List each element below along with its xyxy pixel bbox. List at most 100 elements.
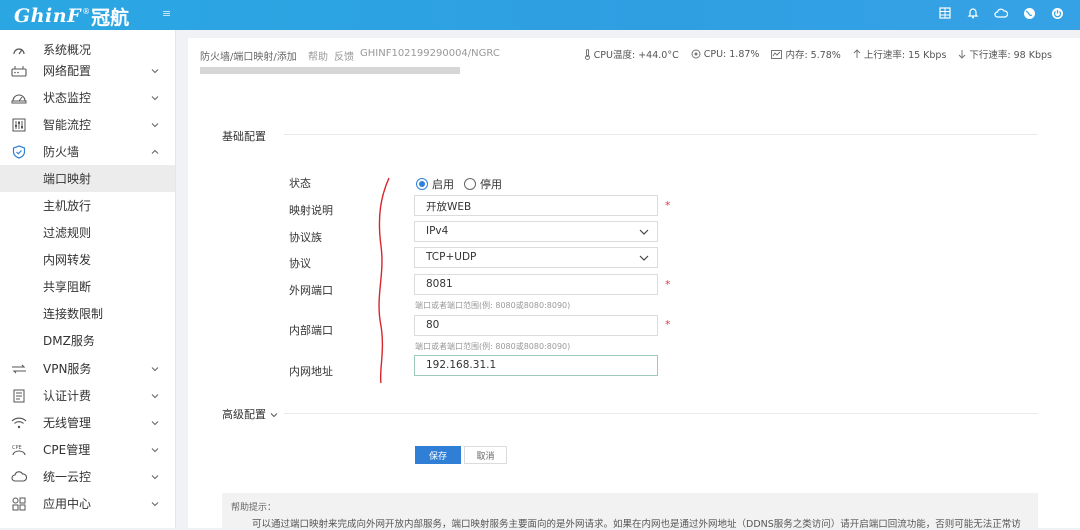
- breadcrumb-bar: 防火墙/端口映射/添加 帮助 反馈 GHINF102199290004/NGRC…: [188, 38, 1080, 74]
- internal-port-label: 内部端口: [289, 324, 333, 337]
- cpu-icon: [691, 49, 701, 59]
- sidebar-item-firewall[interactable]: 防火墙: [0, 138, 175, 165]
- bell-icon[interactable]: [966, 6, 980, 20]
- brand-logo[interactable]: GhinF ® 冠航: [14, 3, 129, 29]
- lan-address-input[interactable]: 192.168.31.1: [414, 355, 658, 376]
- sidebar-item-cloud-control[interactable]: 统一云控: [0, 463, 175, 490]
- protocol-family-label: 协议族: [289, 231, 322, 244]
- lan-address-label: 内网地址: [289, 365, 333, 378]
- sidebar-item-vpn[interactable]: VPN服务: [0, 355, 175, 382]
- feedback-link[interactable]: 反馈: [334, 48, 354, 63]
- sidebar-subitem-share-block[interactable]: 共享阻断: [0, 273, 175, 300]
- sidebar-item-status-monitor[interactable]: 状态监控: [0, 84, 175, 111]
- radio-unchecked-icon: [464, 178, 476, 190]
- external-port-label: 外网端口: [289, 284, 333, 297]
- chevron-down-icon: [151, 122, 159, 127]
- cloud-icon: [11, 469, 27, 485]
- chevron-down-icon: [151, 501, 159, 506]
- section-title-basic: 基础配置: [222, 130, 266, 143]
- protocol-family-value: IPv4: [426, 225, 449, 237]
- sidebar-item-wireless[interactable]: 无线管理: [0, 409, 175, 436]
- sidebar-item-label: CPE管理: [43, 443, 91, 457]
- vpn-icon: [11, 361, 27, 377]
- mapping-description-value: 开放WEB: [426, 201, 472, 213]
- sidebar-item-label: VPN服务: [43, 362, 92, 376]
- protocol-value: TCP+UDP: [426, 251, 477, 263]
- external-port-value: 8081: [426, 278, 453, 290]
- external-port-hint: 端口或者端口范围(例: 8080或8080:8090): [415, 301, 571, 310]
- mapping-description-input[interactable]: 开放WEB: [414, 195, 658, 216]
- svg-text:CPE: CPE: [12, 445, 22, 451]
- protocol-family-select[interactable]: IPv4: [414, 221, 658, 242]
- sidebar-item-label: 无线管理: [43, 416, 92, 430]
- section-divider: [284, 413, 1038, 414]
- sidebar-subitem-lan-forwarding[interactable]: 内网转发: [0, 246, 175, 273]
- horizontal-scrollbar[interactable]: [200, 67, 460, 74]
- sidebar-item-label: 智能流控: [43, 118, 92, 132]
- sidebar-item-label: 应用中心: [43, 497, 92, 511]
- memory-usage-text: 内存: 5.78%: [785, 50, 841, 61]
- dashboard-icon: [11, 42, 27, 58]
- sidebar-item-cpe[interactable]: CPE CPE管理: [0, 436, 175, 463]
- sidebar-item-label: 认证计费: [43, 389, 92, 403]
- chevron-up-icon: [151, 149, 159, 154]
- grid-icon[interactable]: [938, 6, 952, 20]
- apps-icon: [11, 496, 27, 512]
- save-button[interactable]: 保存: [415, 446, 461, 464]
- arrow-up-icon: [853, 49, 861, 58]
- cpu-usage-text: CPU: 1.87%: [703, 48, 760, 60]
- thermometer-icon: [584, 48, 590, 60]
- sidebar-item-app-center[interactable]: 应用中心: [0, 490, 175, 517]
- upload-rate-text: 上行速率: 15 Kbps: [863, 50, 947, 61]
- arrow-down-icon: [959, 50, 966, 59]
- status-enable-label: 启用: [432, 178, 454, 191]
- globe-icon[interactable]: [1022, 6, 1036, 20]
- internal-port-input[interactable]: 80: [414, 315, 658, 336]
- logo-registered-mark: ®: [82, 6, 91, 16]
- memory-icon: [771, 49, 783, 59]
- sidebar-item-label: 系统概况: [43, 43, 92, 57]
- chevron-down-icon: [151, 393, 159, 398]
- help-link[interactable]: 帮助: [308, 48, 328, 63]
- breadcrumb: 防火墙/端口映射/添加: [200, 52, 297, 63]
- status-enable-radio[interactable]: 启用: [416, 176, 454, 192]
- sidebar-item-label: 统一云控: [43, 470, 92, 484]
- required-mark: *: [665, 318, 671, 331]
- router-icon: [11, 63, 27, 79]
- advanced-config-label: 高级配置: [222, 408, 266, 421]
- sidebar-item-network-config[interactable]: 网络配置: [0, 57, 175, 84]
- cancel-button[interactable]: 取消: [464, 446, 507, 464]
- sidebar-subitem-host-allow[interactable]: 主机放行: [0, 192, 175, 219]
- logo-latin-text: GhinF: [14, 5, 82, 27]
- radio-checked-icon: [416, 178, 428, 190]
- sidebar-item-label: 状态监控: [43, 91, 92, 105]
- sidebar-item-label: 网络配置: [43, 64, 92, 78]
- status-disable-label: 停用: [480, 178, 502, 191]
- sidebar-subitem-filter-rules[interactable]: 过滤规则: [0, 219, 175, 246]
- section-title-advanced[interactable]: 高级配置: [222, 406, 278, 422]
- chevron-down-icon: [151, 366, 159, 371]
- status-disable-radio[interactable]: 停用: [464, 176, 502, 192]
- chevron-down-icon: [639, 229, 649, 235]
- sidebar-item-auth-billing[interactable]: 认证计费: [0, 382, 175, 409]
- menu-toggle-icon[interactable]: ≡: [162, 7, 174, 21]
- cpu-usage: CPU: 1.87%: [691, 47, 760, 61]
- protocol-select[interactable]: TCP+UDP: [414, 247, 658, 268]
- sidebar-item-label: 防火墙: [43, 145, 80, 159]
- internal-port-value: 80: [426, 319, 440, 331]
- cpu-temperature: CPU温度: +44.0°C: [584, 47, 679, 61]
- chevron-down-icon: [151, 95, 159, 100]
- cloud-icon[interactable]: [994, 6, 1008, 20]
- external-port-input[interactable]: 8081: [414, 274, 658, 295]
- shield-icon: [11, 144, 27, 160]
- lan-address-value: 192.168.31.1: [426, 359, 497, 371]
- power-icon[interactable]: [1050, 6, 1064, 20]
- chevron-down-icon: [151, 68, 159, 73]
- logo-chinese-text: 冠航: [91, 6, 130, 29]
- sidebar-item-smart-flow-control[interactable]: 智能流控: [0, 111, 175, 138]
- sidebar-subitem-dmz-service[interactable]: DMZ服务: [0, 327, 175, 354]
- memory-usage: 内存: 5.78%: [771, 47, 841, 61]
- sidebar-subitem-port-mapping[interactable]: 端口映射: [0, 165, 175, 192]
- sidebar-subitem-connection-limit[interactable]: 连接数限制: [0, 300, 175, 327]
- required-mark: *: [665, 278, 671, 291]
